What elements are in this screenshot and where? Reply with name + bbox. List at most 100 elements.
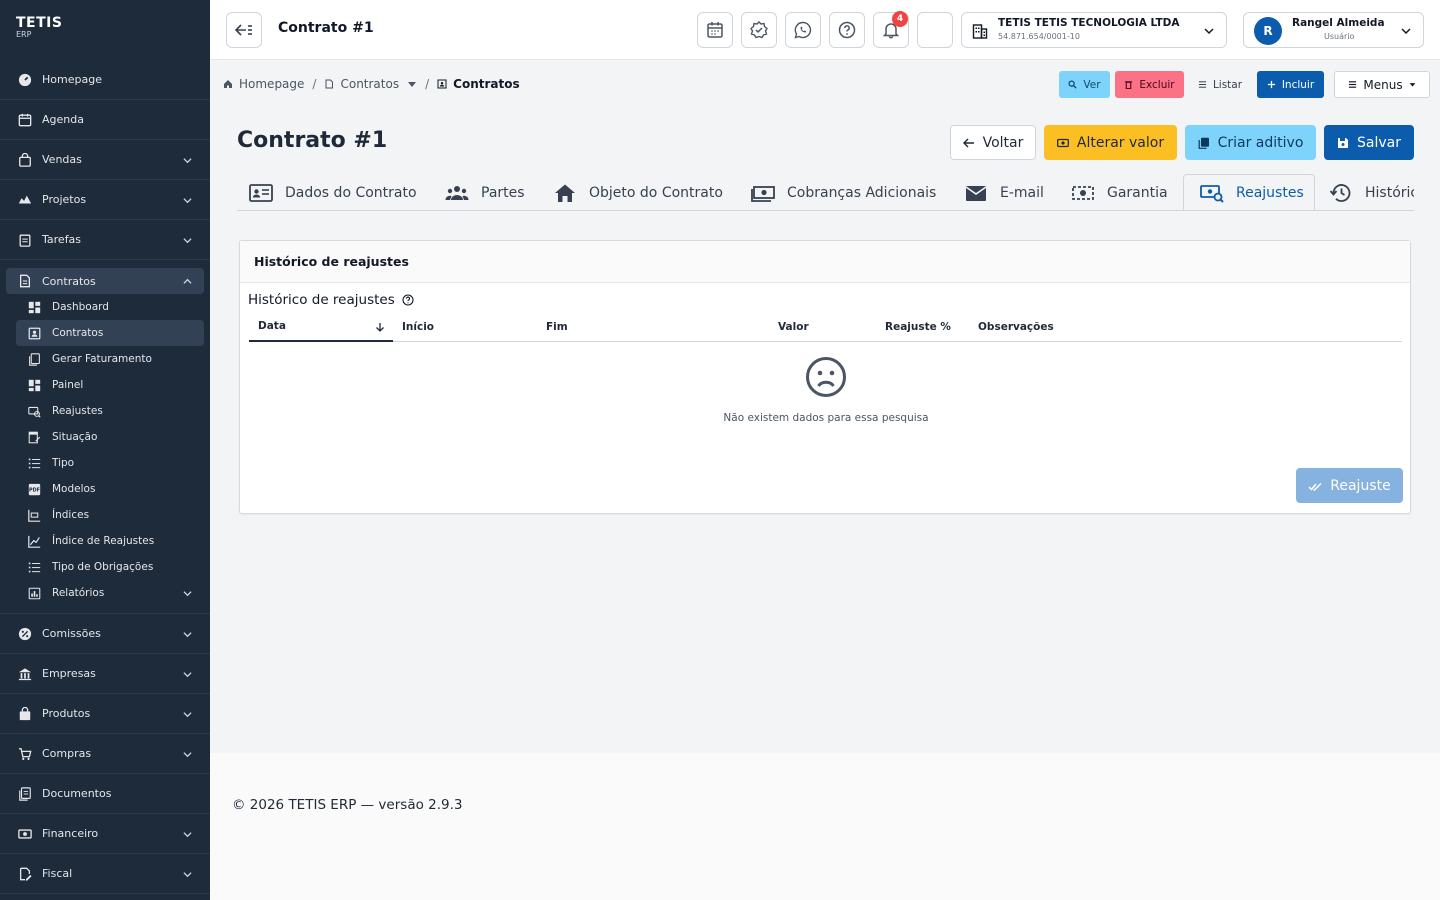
sidebar-subitem-indice-reajustes[interactable]: Índice de Reajustes [0, 528, 210, 554]
tab-partes[interactable]: Partes [445, 174, 525, 210]
tab-label: Garantia [1107, 184, 1168, 201]
contract-tabs: Dados do Contrato Partes Objeto do Contr… [237, 174, 1414, 211]
dark-mode-toggle[interactable] [917, 12, 953, 48]
column-header-data[interactable]: Data [249, 312, 393, 342]
column-header-fim[interactable]: Fim [546, 312, 568, 342]
sidebar-subitem-indices[interactable]: Índices [0, 502, 210, 528]
sidebar-subitem-gerar-faturamento[interactable]: Gerar Faturamento [0, 346, 210, 372]
money-icon [18, 828, 32, 839]
collapse-sidebar-button[interactable] [226, 12, 262, 48]
help-circle-icon[interactable] [402, 294, 414, 306]
create-amendment-button[interactable]: Criar aditivo [1185, 125, 1316, 160]
change-value-button[interactable]: Alterar valor [1044, 125, 1177, 160]
whatsapp-button[interactable] [785, 12, 821, 48]
menus-dropdown[interactable]: Menus [1334, 71, 1430, 98]
document-icon [19, 274, 31, 288]
company-selector[interactable]: TETIS TETIS TECNOLOGIA LTDA 54.871.654/0… [961, 12, 1227, 48]
sidebar-item-label: Projetos [42, 193, 87, 206]
breadcrumb-current-label: Contratos [453, 77, 520, 91]
breadcrumb-parent[interactable]: Contratos [324, 77, 417, 91]
view-button[interactable]: Ver [1059, 71, 1110, 98]
sidebar-item-financeiro[interactable]: Financeiro [0, 814, 210, 854]
tab-dados-contrato[interactable]: Dados do Contrato [249, 174, 417, 210]
sidebar-item-empresas[interactable]: Empresas [0, 654, 210, 694]
help-button[interactable] [829, 12, 865, 48]
sidebar-item-vendas[interactable]: Vendas [0, 140, 210, 180]
home-icon [224, 80, 232, 88]
sidebar-subitem-dashboard[interactable]: Dashboard [0, 294, 210, 320]
sidebar-item-agenda[interactable]: Agenda [0, 100, 210, 140]
back-button[interactable]: Voltar [950, 125, 1036, 160]
chevron-down-icon [183, 198, 192, 204]
tab-email[interactable]: E-mail [964, 174, 1044, 210]
sidebar-subitem-contratos[interactable]: Contratos [16, 320, 204, 346]
sidebar-item-tarefas[interactable]: Tarefas [0, 220, 210, 260]
calendar-icon [18, 113, 32, 126]
cart-icon [18, 747, 32, 760]
reajuste-button[interactable]: Reajuste [1296, 468, 1403, 503]
add-button[interactable]: Incluir [1257, 71, 1324, 98]
sidebar-item-label: Tarefas [42, 233, 82, 246]
sidebar-item-fiscal[interactable]: Fiscal [0, 854, 210, 894]
sidebar-item-contratos[interactable]: Contratos [6, 268, 204, 294]
brand-logo[interactable]: TETIS ERP [16, 16, 62, 39]
tab-cobrancas-adicionais[interactable]: Cobranças Adicionais [751, 174, 936, 210]
badge-percent-icon [18, 627, 32, 640]
save-button-label: Salvar [1357, 134, 1401, 151]
sidebar-subitem-reajustes[interactable]: Reajustes [0, 398, 210, 424]
money-icon [751, 185, 775, 202]
sidebar-item-produtos[interactable]: Produtos [0, 694, 210, 734]
section-title-label: Histórico de reajustes [248, 292, 395, 308]
arrow-left-menu-icon [235, 24, 252, 36]
documents-icon [19, 786, 31, 801]
search-icon [1068, 80, 1077, 89]
avatar: R [1254, 17, 1282, 45]
footer-copyright: © 2026 TETIS ERP — versão 2.9.3 [232, 797, 463, 813]
column-header-reajuste[interactable]: Reajuste % [885, 312, 951, 342]
calendar-button[interactable] [697, 12, 733, 48]
chevron-down-icon [1204, 28, 1214, 35]
breadcrumb-separator: / [425, 77, 430, 91]
whatsapp-icon [794, 21, 812, 39]
tree-icon [18, 195, 32, 203]
home-icon [555, 184, 575, 202]
tab-objeto-contrato[interactable]: Objeto do Contrato [553, 174, 723, 210]
tab-reajustes[interactable]: Reajustes [1183, 174, 1315, 210]
sidebar-item-projetos[interactable]: Projetos [0, 180, 210, 220]
sidebar-subitem-painel[interactable]: Painel [0, 372, 210, 398]
user-menu[interactable]: R Rangel Almeida Usuário [1243, 12, 1424, 48]
chevron-down-icon [183, 238, 192, 244]
sidebar-item-comissoes[interactable]: Comissões [0, 614, 210, 654]
save-button[interactable]: Salvar [1324, 125, 1414, 160]
sidebar-item-homepage[interactable]: Homepage [0, 60, 210, 100]
tab-garantia[interactable]: Garantia [1071, 174, 1168, 210]
sidebar-item-documentos[interactable]: Documentos [0, 774, 210, 814]
tab-historico[interactable]: Histórico [1329, 174, 1414, 210]
breadcrumb-home[interactable]: Homepage [223, 77, 304, 91]
change-value-button-label: Alterar valor [1076, 134, 1165, 151]
tab-label: Partes [481, 184, 525, 201]
contact-card-icon [437, 79, 447, 89]
bank-icon [18, 667, 32, 680]
column-header-observacoes[interactable]: Observações [978, 312, 1054, 342]
badge-check-icon [750, 21, 768, 39]
list-icon [1198, 81, 1207, 88]
sidebar-subitem-modelos[interactable]: PDF Modelos [0, 476, 210, 502]
sidebar-subitem-label: Reajustes [52, 405, 103, 417]
sidebar-item-label: Fiscal [42, 867, 73, 880]
sidebar-subitem-tipo[interactable]: Tipo [0, 450, 210, 476]
sidebar-subitem-tipo-obrigacoes[interactable]: Tipo de Obrigações [0, 554, 210, 580]
list-button[interactable]: Listar [1191, 71, 1249, 98]
sidebar-subitem-label: Painel [52, 379, 84, 391]
sidebar-item-compras[interactable]: Compras [0, 734, 210, 774]
column-header-valor[interactable]: Valor [778, 312, 809, 342]
notifications-button[interactable]: 4 [873, 11, 909, 48]
sidebar-subitem-situacao[interactable]: Situação [0, 424, 210, 450]
delete-button[interactable]: Excluir [1115, 71, 1184, 98]
chevron-up-icon [183, 278, 192, 284]
sidebar-subitem-relatorios[interactable]: Relatórios [0, 580, 210, 606]
verified-tasks-button[interactable] [741, 12, 777, 48]
column-header-inicio[interactable]: Início [402, 312, 434, 342]
sidebar-item-label: Financeiro [42, 827, 99, 840]
hamburger-icon [1349, 81, 1357, 88]
